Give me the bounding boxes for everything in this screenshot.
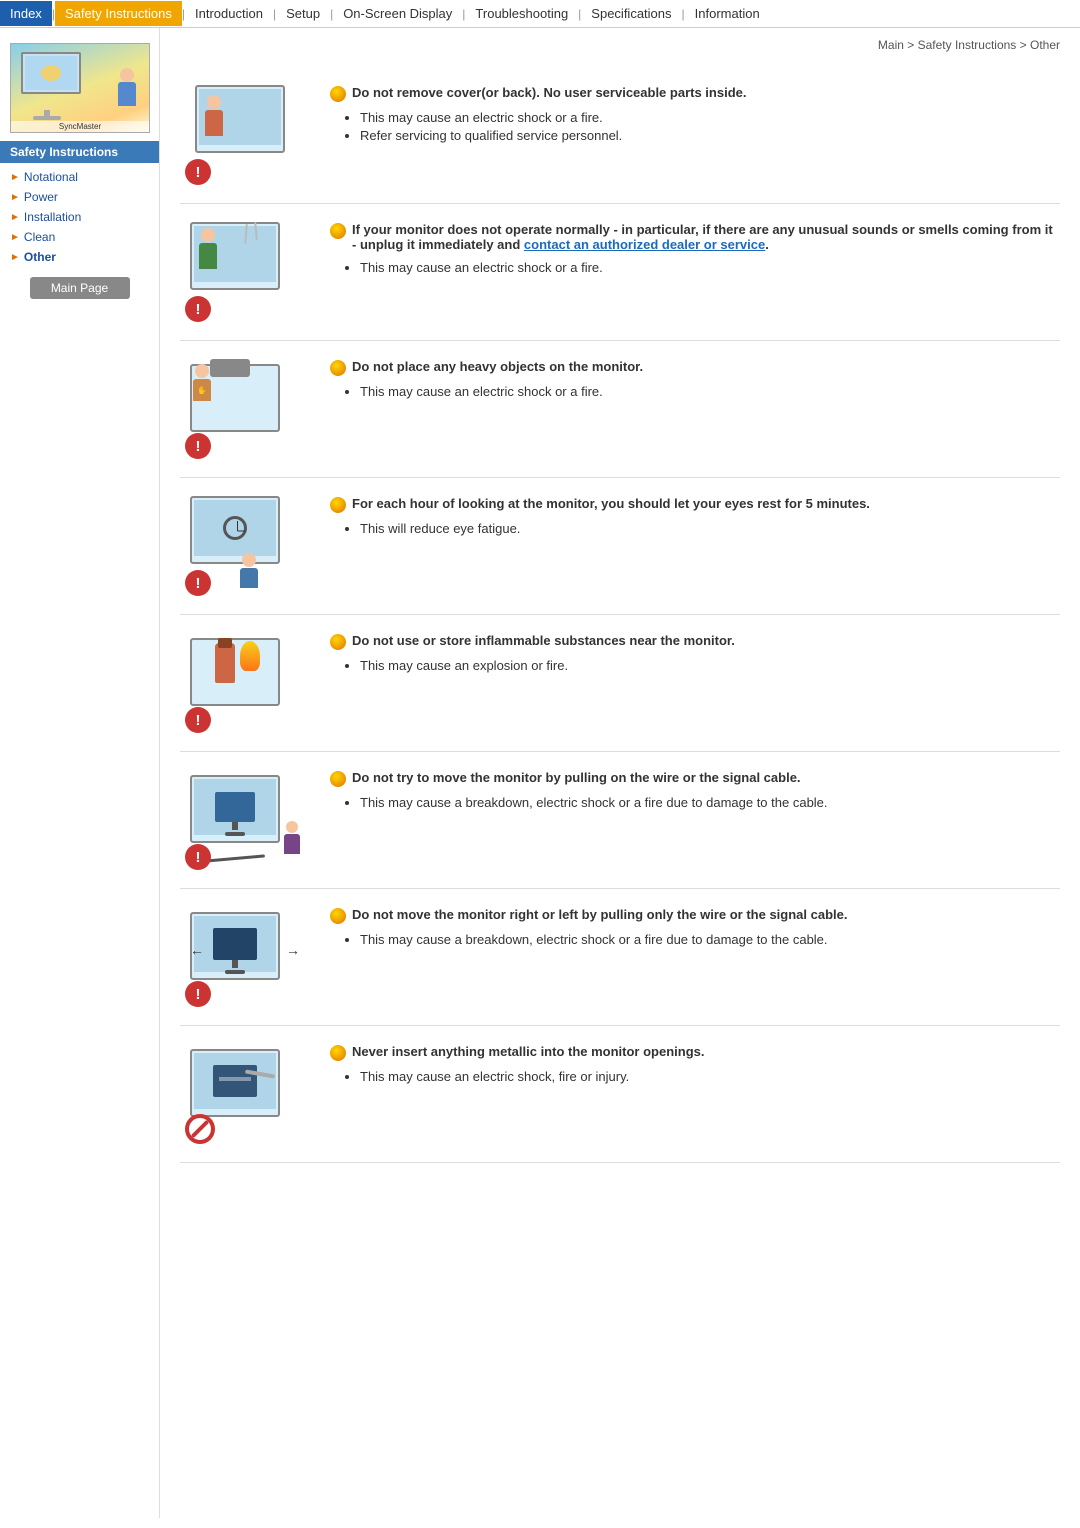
- section-text-7: Do not move the monitor right or left by…: [330, 907, 1060, 950]
- bullet-list-3: This may cause an electric shock or a fi…: [360, 384, 1060, 399]
- section-text-3: Do not place any heavy objects on the mo…: [330, 359, 1060, 402]
- arrow-icon: ►: [10, 212, 20, 223]
- figure-6: !: [185, 770, 305, 870]
- section-item-1: ! Do not remove cover(or back). No user …: [180, 67, 1060, 204]
- section-image-6: !: [180, 770, 310, 870]
- section-text-5: Do not use or store inflammable substanc…: [330, 633, 1060, 676]
- nav-setup[interactable]: Setup: [276, 1, 330, 26]
- section-item-2: ! If your monitor does not operate norma…: [180, 204, 1060, 341]
- gold-dot-icon: [330, 1045, 346, 1061]
- nav-introduction[interactable]: Introduction: [185, 1, 273, 26]
- arrow-icon: ►: [10, 252, 20, 263]
- bullet-item: This may cause a breakdown, electric sho…: [360, 932, 1060, 947]
- figure-8: [185, 1044, 305, 1144]
- section-image-7: ← → !: [180, 907, 310, 1007]
- gold-dot-icon: [330, 497, 346, 513]
- bullet-list-7: This may cause a breakdown, electric sho…: [360, 932, 1060, 947]
- bullet-list-4: This will reduce eye fatigue.: [360, 521, 1060, 536]
- nav-information[interactable]: Information: [685, 1, 770, 26]
- section-title-8: Never insert anything metallic into the …: [330, 1044, 1060, 1061]
- bullet-item: This may cause a breakdown, electric sho…: [360, 795, 1060, 810]
- nav-specifications[interactable]: Specifications: [581, 1, 681, 26]
- section-item-5: ! Do not use or store inflammable substa…: [180, 615, 1060, 752]
- section-text-2: If your monitor does not operate normall…: [330, 222, 1060, 278]
- section-title-6: Do not try to move the monitor by pullin…: [330, 770, 1060, 787]
- bullet-item: This will reduce eye fatigue.: [360, 521, 1060, 536]
- section-title-5: Do not use or store inflammable substanc…: [330, 633, 1060, 650]
- sidebar-image: SyncMaster: [10, 43, 150, 133]
- gold-dot-icon: [330, 360, 346, 376]
- section-item-8: Never insert anything metallic into the …: [180, 1026, 1060, 1163]
- nav-troubleshooting[interactable]: Troubleshooting: [465, 1, 578, 26]
- bullet-list-5: This may cause an explosion or fire.: [360, 658, 1060, 673]
- gold-dot-icon: [330, 908, 346, 924]
- arrow-icon: ►: [10, 192, 20, 203]
- section-title-1: Do not remove cover(or back). No user se…: [330, 85, 1060, 102]
- figure-7: ← → !: [185, 907, 305, 1007]
- section-title-7: Do not move the monitor right or left by…: [330, 907, 1060, 924]
- figure-5: !: [185, 633, 305, 733]
- breadcrumb: Main > Safety Instructions > Other: [180, 38, 1060, 52]
- dealer-link[interactable]: contact an authorized dealer or service: [524, 237, 765, 252]
- page-layout: SyncMaster Safety Instructions ► Notatio…: [0, 28, 1080, 1518]
- nav-osd[interactable]: On-Screen Display: [333, 1, 462, 26]
- figure-1: !: [185, 85, 305, 185]
- section-title-4: For each hour of looking at the monitor,…: [330, 496, 1060, 513]
- sidebar-section-title: Safety Instructions: [0, 141, 159, 163]
- arrow-icon: ►: [10, 172, 20, 183]
- section-text-6: Do not try to move the monitor by pullin…: [330, 770, 1060, 813]
- gold-dot-icon: [330, 86, 346, 102]
- nav-safety[interactable]: Safety Instructions: [55, 1, 182, 26]
- section-image-4: !: [180, 496, 310, 596]
- bullet-list-1: This may cause an electric shock or a fi…: [360, 110, 1060, 143]
- bullet-item: This may cause an electric shock or a fi…: [360, 260, 1060, 275]
- main-page-button[interactable]: Main Page: [30, 277, 130, 299]
- bullet-item: This may cause an explosion or fire.: [360, 658, 1060, 673]
- section-image-3: ✋ !: [180, 359, 310, 459]
- arrow-icon: ►: [10, 232, 20, 243]
- section-image-8: [180, 1044, 310, 1144]
- section-text-1: Do not remove cover(or back). No user se…: [330, 85, 1060, 146]
- section-image-2: !: [180, 222, 310, 322]
- figure-2: !: [185, 222, 305, 322]
- bullet-item: Refer servicing to qualified service per…: [360, 128, 1060, 143]
- bullet-list-6: This may cause a breakdown, electric sho…: [360, 795, 1060, 810]
- gold-dot-icon: [330, 634, 346, 650]
- bullet-list-8: This may cause an electric shock, fire o…: [360, 1069, 1060, 1084]
- bullet-item: This may cause an electric shock or a fi…: [360, 384, 1060, 399]
- nav-index[interactable]: Index: [0, 1, 52, 26]
- section-text-4: For each hour of looking at the monitor,…: [330, 496, 1060, 539]
- sidebar-link-other[interactable]: ► Other: [0, 247, 159, 267]
- section-item-7: ← → ! Do not move the monitor right or l…: [180, 889, 1060, 1026]
- bullet-item: This may cause an electric shock, fire o…: [360, 1069, 1060, 1084]
- section-item-3: ✋ ! Do not place any heavy objects on th…: [180, 341, 1060, 478]
- gold-dot-icon: [330, 223, 346, 239]
- section-text-8: Never insert anything metallic into the …: [330, 1044, 1060, 1087]
- section-title-2: If your monitor does not operate normall…: [330, 222, 1060, 252]
- section-title-3: Do not place any heavy objects on the mo…: [330, 359, 1060, 376]
- section-image-5: !: [180, 633, 310, 733]
- section-item-4: ! For each hour of looking at the monito…: [180, 478, 1060, 615]
- section-image-1: !: [180, 85, 310, 185]
- navbar: Index | Safety Instructions | Introducti…: [0, 0, 1080, 28]
- sidebar-link-power[interactable]: ► Power: [0, 187, 159, 207]
- bullet-item: This may cause an electric shock or a fi…: [360, 110, 1060, 125]
- figure-4: !: [185, 496, 305, 596]
- sidebar: SyncMaster Safety Instructions ► Notatio…: [0, 28, 160, 1518]
- bullet-list-2: This may cause an electric shock or a fi…: [360, 260, 1060, 275]
- sidebar-link-installation[interactable]: ► Installation: [0, 207, 159, 227]
- sidebar-link-clean[interactable]: ► Clean: [0, 227, 159, 247]
- section-item-6: ! Do not try to move the monitor by pull…: [180, 752, 1060, 889]
- main-content: Main > Safety Instructions > Other !: [160, 28, 1080, 1518]
- gold-dot-icon: [330, 771, 346, 787]
- sidebar-product-label: SyncMaster: [11, 121, 149, 132]
- sidebar-link-notational[interactable]: ► Notational: [0, 167, 159, 187]
- figure-3: ✋ !: [185, 359, 305, 459]
